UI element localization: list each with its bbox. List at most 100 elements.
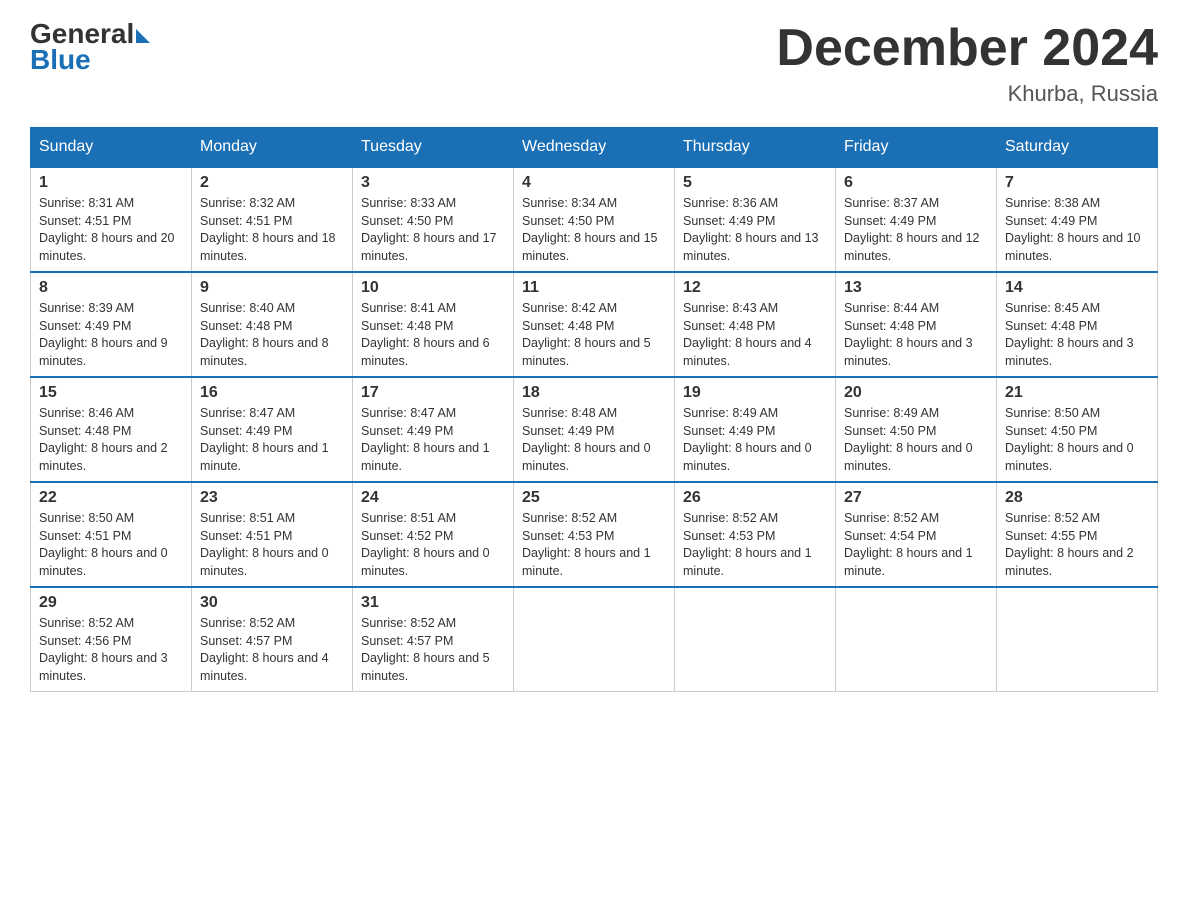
day-number: 24 bbox=[361, 489, 505, 507]
day-info: Sunrise: 8:46 AM Sunset: 4:48 PM Dayligh… bbox=[39, 405, 183, 475]
day-number: 14 bbox=[1005, 279, 1149, 297]
table-row: 16 Sunrise: 8:47 AM Sunset: 4:49 PM Dayl… bbox=[192, 377, 353, 482]
day-info: Sunrise: 8:52 AM Sunset: 4:55 PM Dayligh… bbox=[1005, 510, 1149, 580]
page-header: General Blue December 2024 Khurba, Russi… bbox=[30, 20, 1158, 107]
table-row: 19 Sunrise: 8:49 AM Sunset: 4:49 PM Dayl… bbox=[675, 377, 836, 482]
table-row: 13 Sunrise: 8:44 AM Sunset: 4:48 PM Dayl… bbox=[836, 272, 997, 377]
day-number: 30 bbox=[200, 594, 344, 612]
day-info: Sunrise: 8:32 AM Sunset: 4:51 PM Dayligh… bbox=[200, 195, 344, 265]
day-info: Sunrise: 8:31 AM Sunset: 4:51 PM Dayligh… bbox=[39, 195, 183, 265]
col-sunday: Sunday bbox=[31, 128, 192, 168]
logo-text-blue: Blue bbox=[30, 46, 150, 74]
day-number: 26 bbox=[683, 489, 827, 507]
table-row: 6 Sunrise: 8:37 AM Sunset: 4:49 PM Dayli… bbox=[836, 167, 997, 272]
day-info: Sunrise: 8:50 AM Sunset: 4:50 PM Dayligh… bbox=[1005, 405, 1149, 475]
day-info: Sunrise: 8:43 AM Sunset: 4:48 PM Dayligh… bbox=[683, 300, 827, 370]
week-row-4: 22 Sunrise: 8:50 AM Sunset: 4:51 PM Dayl… bbox=[31, 482, 1158, 587]
table-row: 30 Sunrise: 8:52 AM Sunset: 4:57 PM Dayl… bbox=[192, 587, 353, 692]
table-row: 2 Sunrise: 8:32 AM Sunset: 4:51 PM Dayli… bbox=[192, 167, 353, 272]
table-row: 26 Sunrise: 8:52 AM Sunset: 4:53 PM Dayl… bbox=[675, 482, 836, 587]
table-row: 11 Sunrise: 8:42 AM Sunset: 4:48 PM Dayl… bbox=[514, 272, 675, 377]
table-row: 9 Sunrise: 8:40 AM Sunset: 4:48 PM Dayli… bbox=[192, 272, 353, 377]
table-row: 17 Sunrise: 8:47 AM Sunset: 4:49 PM Dayl… bbox=[353, 377, 514, 482]
table-row bbox=[675, 587, 836, 692]
day-number: 20 bbox=[844, 384, 988, 402]
table-row: 27 Sunrise: 8:52 AM Sunset: 4:54 PM Dayl… bbox=[836, 482, 997, 587]
week-row-5: 29 Sunrise: 8:52 AM Sunset: 4:56 PM Dayl… bbox=[31, 587, 1158, 692]
table-row bbox=[514, 587, 675, 692]
calendar-subtitle: Khurba, Russia bbox=[776, 81, 1158, 107]
day-info: Sunrise: 8:51 AM Sunset: 4:52 PM Dayligh… bbox=[361, 510, 505, 580]
day-info: Sunrise: 8:52 AM Sunset: 4:53 PM Dayligh… bbox=[683, 510, 827, 580]
day-number: 22 bbox=[39, 489, 183, 507]
day-number: 13 bbox=[844, 279, 988, 297]
day-info: Sunrise: 8:52 AM Sunset: 4:54 PM Dayligh… bbox=[844, 510, 988, 580]
day-info: Sunrise: 8:47 AM Sunset: 4:49 PM Dayligh… bbox=[361, 405, 505, 475]
day-number: 3 bbox=[361, 174, 505, 192]
table-row: 12 Sunrise: 8:43 AM Sunset: 4:48 PM Dayl… bbox=[675, 272, 836, 377]
day-number: 10 bbox=[361, 279, 505, 297]
day-info: Sunrise: 8:52 AM Sunset: 4:57 PM Dayligh… bbox=[361, 615, 505, 685]
table-row: 5 Sunrise: 8:36 AM Sunset: 4:49 PM Dayli… bbox=[675, 167, 836, 272]
table-row: 7 Sunrise: 8:38 AM Sunset: 4:49 PM Dayli… bbox=[997, 167, 1158, 272]
week-row-1: 1 Sunrise: 8:31 AM Sunset: 4:51 PM Dayli… bbox=[31, 167, 1158, 272]
day-info: Sunrise: 8:40 AM Sunset: 4:48 PM Dayligh… bbox=[200, 300, 344, 370]
col-saturday: Saturday bbox=[997, 128, 1158, 168]
table-row: 15 Sunrise: 8:46 AM Sunset: 4:48 PM Dayl… bbox=[31, 377, 192, 482]
table-row: 21 Sunrise: 8:50 AM Sunset: 4:50 PM Dayl… bbox=[997, 377, 1158, 482]
day-info: Sunrise: 8:39 AM Sunset: 4:49 PM Dayligh… bbox=[39, 300, 183, 370]
day-number: 9 bbox=[200, 279, 344, 297]
table-row: 3 Sunrise: 8:33 AM Sunset: 4:50 PM Dayli… bbox=[353, 167, 514, 272]
day-number: 27 bbox=[844, 489, 988, 507]
title-block: December 2024 Khurba, Russia bbox=[776, 20, 1158, 107]
table-row: 25 Sunrise: 8:52 AM Sunset: 4:53 PM Dayl… bbox=[514, 482, 675, 587]
day-info: Sunrise: 8:47 AM Sunset: 4:49 PM Dayligh… bbox=[200, 405, 344, 475]
day-info: Sunrise: 8:33 AM Sunset: 4:50 PM Dayligh… bbox=[361, 195, 505, 265]
day-number: 12 bbox=[683, 279, 827, 297]
day-info: Sunrise: 8:45 AM Sunset: 4:48 PM Dayligh… bbox=[1005, 300, 1149, 370]
col-tuesday: Tuesday bbox=[353, 128, 514, 168]
header-row: Sunday Monday Tuesday Wednesday Thursday… bbox=[31, 128, 1158, 168]
day-info: Sunrise: 8:49 AM Sunset: 4:50 PM Dayligh… bbox=[844, 405, 988, 475]
day-info: Sunrise: 8:52 AM Sunset: 4:53 PM Dayligh… bbox=[522, 510, 666, 580]
day-number: 17 bbox=[361, 384, 505, 402]
day-number: 5 bbox=[683, 174, 827, 192]
day-info: Sunrise: 8:49 AM Sunset: 4:49 PM Dayligh… bbox=[683, 405, 827, 475]
table-row: 20 Sunrise: 8:49 AM Sunset: 4:50 PM Dayl… bbox=[836, 377, 997, 482]
day-number: 19 bbox=[683, 384, 827, 402]
day-number: 23 bbox=[200, 489, 344, 507]
table-row: 28 Sunrise: 8:52 AM Sunset: 4:55 PM Dayl… bbox=[997, 482, 1158, 587]
table-row: 10 Sunrise: 8:41 AM Sunset: 4:48 PM Dayl… bbox=[353, 272, 514, 377]
day-info: Sunrise: 8:48 AM Sunset: 4:49 PM Dayligh… bbox=[522, 405, 666, 475]
calendar-table: Sunday Monday Tuesday Wednesday Thursday… bbox=[30, 127, 1158, 692]
day-info: Sunrise: 8:37 AM Sunset: 4:49 PM Dayligh… bbox=[844, 195, 988, 265]
day-number: 1 bbox=[39, 174, 183, 192]
table-row bbox=[997, 587, 1158, 692]
table-row: 31 Sunrise: 8:52 AM Sunset: 4:57 PM Dayl… bbox=[353, 587, 514, 692]
day-info: Sunrise: 8:36 AM Sunset: 4:49 PM Dayligh… bbox=[683, 195, 827, 265]
col-thursday: Thursday bbox=[675, 128, 836, 168]
day-info: Sunrise: 8:34 AM Sunset: 4:50 PM Dayligh… bbox=[522, 195, 666, 265]
day-number: 6 bbox=[844, 174, 988, 192]
table-row: 18 Sunrise: 8:48 AM Sunset: 4:49 PM Dayl… bbox=[514, 377, 675, 482]
table-row bbox=[836, 587, 997, 692]
day-number: 31 bbox=[361, 594, 505, 612]
col-friday: Friday bbox=[836, 128, 997, 168]
day-number: 21 bbox=[1005, 384, 1149, 402]
day-info: Sunrise: 8:52 AM Sunset: 4:57 PM Dayligh… bbox=[200, 615, 344, 685]
day-number: 7 bbox=[1005, 174, 1149, 192]
table-row: 24 Sunrise: 8:51 AM Sunset: 4:52 PM Dayl… bbox=[353, 482, 514, 587]
table-row: 1 Sunrise: 8:31 AM Sunset: 4:51 PM Dayli… bbox=[31, 167, 192, 272]
day-info: Sunrise: 8:44 AM Sunset: 4:48 PM Dayligh… bbox=[844, 300, 988, 370]
day-number: 18 bbox=[522, 384, 666, 402]
day-info: Sunrise: 8:51 AM Sunset: 4:51 PM Dayligh… bbox=[200, 510, 344, 580]
day-number: 2 bbox=[200, 174, 344, 192]
week-row-2: 8 Sunrise: 8:39 AM Sunset: 4:49 PM Dayli… bbox=[31, 272, 1158, 377]
day-number: 4 bbox=[522, 174, 666, 192]
table-row: 29 Sunrise: 8:52 AM Sunset: 4:56 PM Dayl… bbox=[31, 587, 192, 692]
logo: General Blue bbox=[30, 20, 150, 74]
day-info: Sunrise: 8:42 AM Sunset: 4:48 PM Dayligh… bbox=[522, 300, 666, 370]
day-number: 8 bbox=[39, 279, 183, 297]
day-number: 15 bbox=[39, 384, 183, 402]
table-row: 14 Sunrise: 8:45 AM Sunset: 4:48 PM Dayl… bbox=[997, 272, 1158, 377]
